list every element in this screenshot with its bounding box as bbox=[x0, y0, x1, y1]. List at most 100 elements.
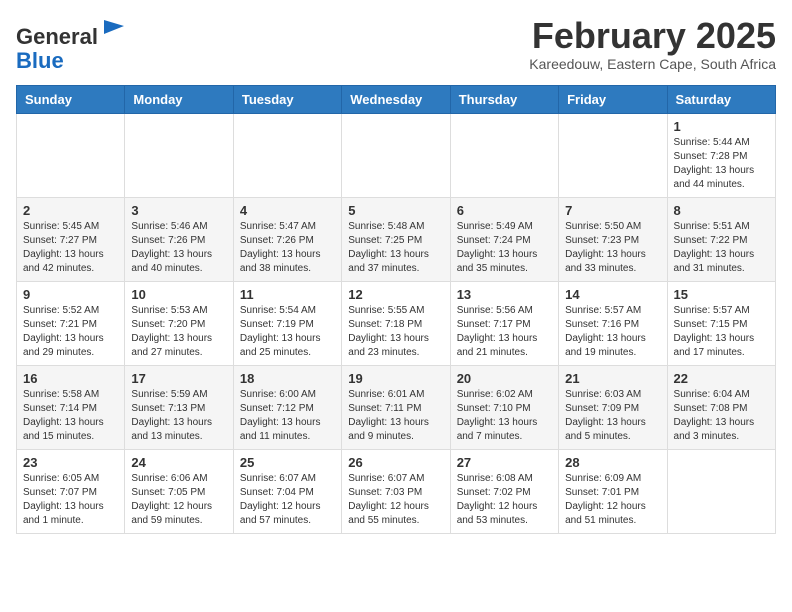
calendar-day: 26 Sunrise: 6:07 AM Sunset: 7:03 PM Dayli… bbox=[342, 450, 450, 534]
day-number: 16 bbox=[23, 371, 118, 386]
logo-flag-icon bbox=[100, 16, 128, 44]
logo-blue-text: Blue bbox=[16, 48, 64, 73]
calendar-day: 15Sunrise: 5:57 AM Sunset: 7:15 PM Dayli… bbox=[667, 282, 775, 366]
day-number: 9 bbox=[23, 287, 118, 302]
calendar-week-1: 1 Sunrise: 5:44 AM Sunset: 7:28 PM Daylig… bbox=[17, 114, 776, 198]
day-number: 21 bbox=[565, 371, 660, 386]
day-info: Sunrise: 6:06 AM Sunset: 7:05 PM Dayligh… bbox=[131, 472, 226, 528]
day-info: Sunrise: 6:03 AM Sunset: 7:09 PM Dayligh… bbox=[565, 388, 660, 444]
calendar-day bbox=[450, 114, 558, 198]
day-number: 13 bbox=[457, 287, 552, 302]
day-info: Sunrise: 5:58 AM Sunset: 7:14 PM Dayligh… bbox=[23, 388, 118, 444]
calendar-day: 22Sunrise: 6:04 AM Sunset: 7:08 PM Dayli… bbox=[667, 366, 775, 450]
calendar-day: 2 Sunrise: 5:45 AM Sunset: 7:27 PM Daylig… bbox=[17, 198, 125, 282]
day-info: Sunrise: 5:57 AM Sunset: 7:15 PM Dayligh… bbox=[674, 304, 769, 360]
day-number: 25 bbox=[240, 455, 335, 470]
calendar-week-5: 23 Sunrise: 6:05 AM Sunset: 7:07 PM Dayli… bbox=[17, 450, 776, 534]
logo-general-text: General bbox=[16, 24, 98, 49]
day-number: 7 bbox=[565, 203, 660, 218]
calendar-day: 20 Sunrise: 6:02 AM Sunset: 7:10 PM Dayli… bbox=[450, 366, 558, 450]
day-info: Sunrise: 5:48 AM Sunset: 7:25 PM Dayligh… bbox=[348, 220, 443, 276]
weekday-monday: Monday bbox=[125, 86, 233, 114]
day-number: 17 bbox=[131, 371, 226, 386]
calendar-table: SundayMondayTuesdayWednesdayThursdayFrid… bbox=[16, 85, 776, 534]
day-number: 28 bbox=[565, 455, 660, 470]
location-title: Kareedouw, Eastern Cape, South Africa bbox=[529, 56, 776, 72]
day-number: 26 bbox=[348, 455, 443, 470]
day-number: 23 bbox=[23, 455, 118, 470]
day-number: 6 bbox=[457, 203, 552, 218]
title-block: February 2025 Kareedouw, Eastern Cape, S… bbox=[529, 16, 776, 72]
day-info: Sunrise: 5:56 AM Sunset: 7:17 PM Dayligh… bbox=[457, 304, 552, 360]
calendar-day: 18Sunrise: 6:00 AM Sunset: 7:12 PM Dayli… bbox=[233, 366, 341, 450]
day-info: Sunrise: 5:53 AM Sunset: 7:20 PM Dayligh… bbox=[131, 304, 226, 360]
day-info: Sunrise: 5:44 AM Sunset: 7:28 PM Dayligh… bbox=[674, 136, 769, 192]
calendar-day: 21 Sunrise: 6:03 AM Sunset: 7:09 PM Dayli… bbox=[559, 366, 667, 450]
day-number: 11 bbox=[240, 287, 335, 302]
calendar-day: 27Sunrise: 6:08 AM Sunset: 7:02 PM Dayli… bbox=[450, 450, 558, 534]
day-number: 22 bbox=[674, 371, 769, 386]
day-info: Sunrise: 5:45 AM Sunset: 7:27 PM Dayligh… bbox=[23, 220, 118, 276]
day-number: 5 bbox=[348, 203, 443, 218]
calendar-day: 6 Sunrise: 5:49 AM Sunset: 7:24 PM Daylig… bbox=[450, 198, 558, 282]
day-info: Sunrise: 5:52 AM Sunset: 7:21 PM Dayligh… bbox=[23, 304, 118, 360]
day-number: 20 bbox=[457, 371, 552, 386]
calendar-day: 24 Sunrise: 6:06 AM Sunset: 7:05 PM Dayli… bbox=[125, 450, 233, 534]
calendar-day: 17Sunrise: 5:59 AM Sunset: 7:13 PM Dayli… bbox=[125, 366, 233, 450]
calendar-day: 9 Sunrise: 5:52 AM Sunset: 7:21 PM Daylig… bbox=[17, 282, 125, 366]
page-header: General Blue February 2025 Kareedouw, Ea… bbox=[16, 16, 776, 73]
day-number: 3 bbox=[131, 203, 226, 218]
day-info: Sunrise: 5:51 AM Sunset: 7:22 PM Dayligh… bbox=[674, 220, 769, 276]
calendar-day: 13 Sunrise: 5:56 AM Sunset: 7:17 PM Dayli… bbox=[450, 282, 558, 366]
calendar-day: 23 Sunrise: 6:05 AM Sunset: 7:07 PM Dayli… bbox=[17, 450, 125, 534]
day-info: Sunrise: 5:47 AM Sunset: 7:26 PM Dayligh… bbox=[240, 220, 335, 276]
day-info: Sunrise: 6:00 AM Sunset: 7:12 PM Dayligh… bbox=[240, 388, 335, 444]
day-info: Sunrise: 6:01 AM Sunset: 7:11 PM Dayligh… bbox=[348, 388, 443, 444]
day-number: 24 bbox=[131, 455, 226, 470]
calendar-week-3: 9 Sunrise: 5:52 AM Sunset: 7:21 PM Daylig… bbox=[17, 282, 776, 366]
logo: General Blue bbox=[16, 16, 128, 73]
calendar-day: 19 Sunrise: 6:01 AM Sunset: 7:11 PM Dayli… bbox=[342, 366, 450, 450]
day-number: 2 bbox=[23, 203, 118, 218]
day-info: Sunrise: 6:05 AM Sunset: 7:07 PM Dayligh… bbox=[23, 472, 118, 528]
calendar-day: 7 Sunrise: 5:50 AM Sunset: 7:23 PM Daylig… bbox=[559, 198, 667, 282]
day-number: 19 bbox=[348, 371, 443, 386]
day-number: 8 bbox=[674, 203, 769, 218]
calendar-day: 10 Sunrise: 5:53 AM Sunset: 7:20 PM Dayli… bbox=[125, 282, 233, 366]
day-number: 1 bbox=[674, 119, 769, 134]
calendar-day bbox=[342, 114, 450, 198]
day-number: 12 bbox=[348, 287, 443, 302]
calendar-day: 8 Sunrise: 5:51 AM Sunset: 7:22 PM Daylig… bbox=[667, 198, 775, 282]
calendar-day: 5 Sunrise: 5:48 AM Sunset: 7:25 PM Daylig… bbox=[342, 198, 450, 282]
weekday-tuesday: Tuesday bbox=[233, 86, 341, 114]
day-info: Sunrise: 5:46 AM Sunset: 7:26 PM Dayligh… bbox=[131, 220, 226, 276]
day-number: 10 bbox=[131, 287, 226, 302]
day-info: Sunrise: 6:09 AM Sunset: 7:01 PM Dayligh… bbox=[565, 472, 660, 528]
calendar-day: 3 Sunrise: 5:46 AM Sunset: 7:26 PM Daylig… bbox=[125, 198, 233, 282]
weekday-friday: Friday bbox=[559, 86, 667, 114]
calendar-day: 12 Sunrise: 5:55 AM Sunset: 7:18 PM Dayli… bbox=[342, 282, 450, 366]
calendar-week-4: 16 Sunrise: 5:58 AM Sunset: 7:14 PM Dayli… bbox=[17, 366, 776, 450]
day-info: Sunrise: 5:49 AM Sunset: 7:24 PM Dayligh… bbox=[457, 220, 552, 276]
calendar-day bbox=[125, 114, 233, 198]
day-number: 4 bbox=[240, 203, 335, 218]
calendar-day bbox=[667, 450, 775, 534]
day-info: Sunrise: 5:55 AM Sunset: 7:18 PM Dayligh… bbox=[348, 304, 443, 360]
day-info: Sunrise: 5:50 AM Sunset: 7:23 PM Dayligh… bbox=[565, 220, 660, 276]
weekday-sunday: Sunday bbox=[17, 86, 125, 114]
calendar-day bbox=[17, 114, 125, 198]
weekday-saturday: Saturday bbox=[667, 86, 775, 114]
day-info: Sunrise: 6:07 AM Sunset: 7:03 PM Dayligh… bbox=[348, 472, 443, 528]
month-title: February 2025 bbox=[529, 16, 776, 56]
calendar-day bbox=[559, 114, 667, 198]
day-number: 14 bbox=[565, 287, 660, 302]
calendar-day bbox=[233, 114, 341, 198]
calendar-day: 28 Sunrise: 6:09 AM Sunset: 7:01 PM Dayli… bbox=[559, 450, 667, 534]
weekday-wednesday: Wednesday bbox=[342, 86, 450, 114]
calendar-day: 1 Sunrise: 5:44 AM Sunset: 7:28 PM Daylig… bbox=[667, 114, 775, 198]
day-info: Sunrise: 5:57 AM Sunset: 7:16 PM Dayligh… bbox=[565, 304, 660, 360]
day-info: Sunrise: 6:02 AM Sunset: 7:10 PM Dayligh… bbox=[457, 388, 552, 444]
day-info: Sunrise: 5:54 AM Sunset: 7:19 PM Dayligh… bbox=[240, 304, 335, 360]
calendar-day: 4 Sunrise: 5:47 AM Sunset: 7:26 PM Daylig… bbox=[233, 198, 341, 282]
day-info: Sunrise: 6:07 AM Sunset: 7:04 PM Dayligh… bbox=[240, 472, 335, 528]
